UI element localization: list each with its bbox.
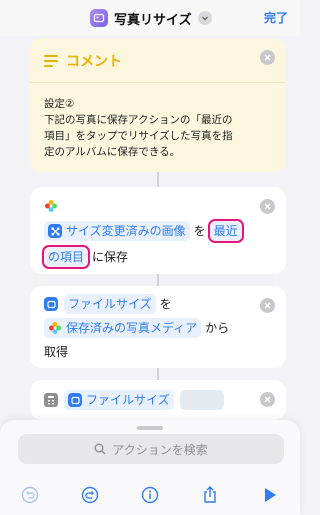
flow-connector bbox=[157, 274, 159, 286]
comment-lines-icon bbox=[44, 55, 58, 67]
file-icon bbox=[68, 393, 82, 407]
sheet-grabber[interactable] bbox=[137, 426, 163, 430]
action-row: ファイルサイズ を bbox=[44, 294, 272, 314]
redo-icon bbox=[81, 486, 99, 504]
get-file-size-action-card[interactable]: ファイルサイズ を 保存済みの写真メディア から 取得 bbox=[30, 286, 286, 368]
play-icon bbox=[265, 488, 276, 502]
bottom-toolbar bbox=[0, 480, 300, 510]
redo-button[interactable] bbox=[78, 483, 102, 507]
connector-text: から bbox=[205, 321, 230, 335]
close-icon[interactable] bbox=[260, 199, 275, 214]
resized-image-token[interactable]: サイズ変更済みの画像 bbox=[44, 221, 190, 241]
chevron-down-icon bbox=[197, 11, 212, 25]
photos-icon bbox=[49, 322, 61, 334]
info-button[interactable] bbox=[138, 483, 162, 507]
shortcut-title: 写真リサイズ bbox=[114, 12, 192, 28]
resized-image-label: サイズ変更済みの画像 bbox=[66, 224, 186, 238]
share-icon bbox=[204, 486, 216, 503]
search-icon bbox=[94, 443, 106, 455]
album-token-part2[interactable]: の項目 bbox=[41, 245, 91, 269]
nav-header: 写真リサイズ 完了 bbox=[0, 0, 300, 36]
save-text: に保存 bbox=[92, 250, 129, 264]
search-input[interactable]: アクションを検索 bbox=[18, 434, 284, 464]
done-button[interactable]: 完了 bbox=[264, 9, 288, 26]
divider bbox=[30, 82, 286, 83]
calculator-icon bbox=[44, 393, 58, 407]
comment-header: コメント bbox=[44, 51, 122, 71]
comment-action-card[interactable]: コメント 設定② 下記の写真に保存アクションの「最近の 項目」をタップでリサイズ… bbox=[30, 38, 286, 172]
connector-text: を bbox=[193, 224, 206, 238]
flow-connector bbox=[157, 172, 159, 187]
comment-line: 項目」をタップでリサイズした写真を指 bbox=[44, 130, 233, 142]
get-text: 取得 bbox=[44, 345, 69, 359]
comment-line: 定のアルバムに保存できる。 bbox=[44, 146, 181, 158]
placeholder-token[interactable] bbox=[179, 390, 224, 410]
close-icon[interactable] bbox=[260, 50, 275, 65]
file-icon bbox=[44, 297, 58, 311]
comment-label: コメント bbox=[66, 54, 122, 70]
info-icon bbox=[141, 486, 159, 504]
resize-icon bbox=[48, 224, 62, 238]
run-button[interactable] bbox=[258, 483, 282, 507]
file-size-token[interactable]: ファイルサイズ bbox=[64, 294, 156, 314]
comment-text[interactable]: 設定② 下記の写真に保存アクションの「最近の 項目」をタップでリサイズした写真を… bbox=[44, 96, 272, 160]
undo-icon bbox=[21, 486, 39, 504]
app-icon bbox=[90, 9, 108, 27]
saved-media-token[interactable]: 保存済みの写真メディア bbox=[44, 318, 202, 338]
action-row: ファイルサイズ bbox=[44, 390, 272, 410]
flow-connector bbox=[157, 368, 159, 380]
saved-media-label: 保存済みの写真メディア bbox=[66, 321, 198, 335]
action-row: の項目 に保存 bbox=[41, 245, 272, 269]
action-row: 取得 bbox=[44, 342, 272, 362]
share-button[interactable] bbox=[198, 483, 222, 507]
title-menu[interactable]: 写真リサイズ bbox=[90, 7, 212, 29]
file-size-token[interactable]: ファイルサイズ bbox=[64, 390, 174, 410]
photos-icon bbox=[45, 200, 57, 212]
album-token-part1[interactable]: 最近 bbox=[207, 219, 244, 243]
calculate-action-card[interactable]: ファイルサイズ bbox=[30, 380, 286, 420]
comment-line: 設定② bbox=[44, 98, 75, 110]
search-placeholder: アクションを検索 bbox=[112, 442, 208, 457]
undo-button[interactable] bbox=[18, 483, 42, 507]
file-size-label: ファイルサイズ bbox=[86, 393, 170, 407]
action-row: 保存済みの写真メディア から bbox=[44, 318, 272, 338]
connector-text: を bbox=[159, 297, 172, 311]
action-row: サイズ変更済みの画像 を 最近 bbox=[44, 219, 272, 243]
comment-line: 下記の写真に保存アクションの「最近の bbox=[44, 114, 233, 126]
save-to-album-action-card[interactable]: サイズ変更済みの画像 を 最近 の項目 に保存 bbox=[30, 187, 286, 274]
action-search-sheet: アクションを検索 bbox=[0, 420, 300, 515]
